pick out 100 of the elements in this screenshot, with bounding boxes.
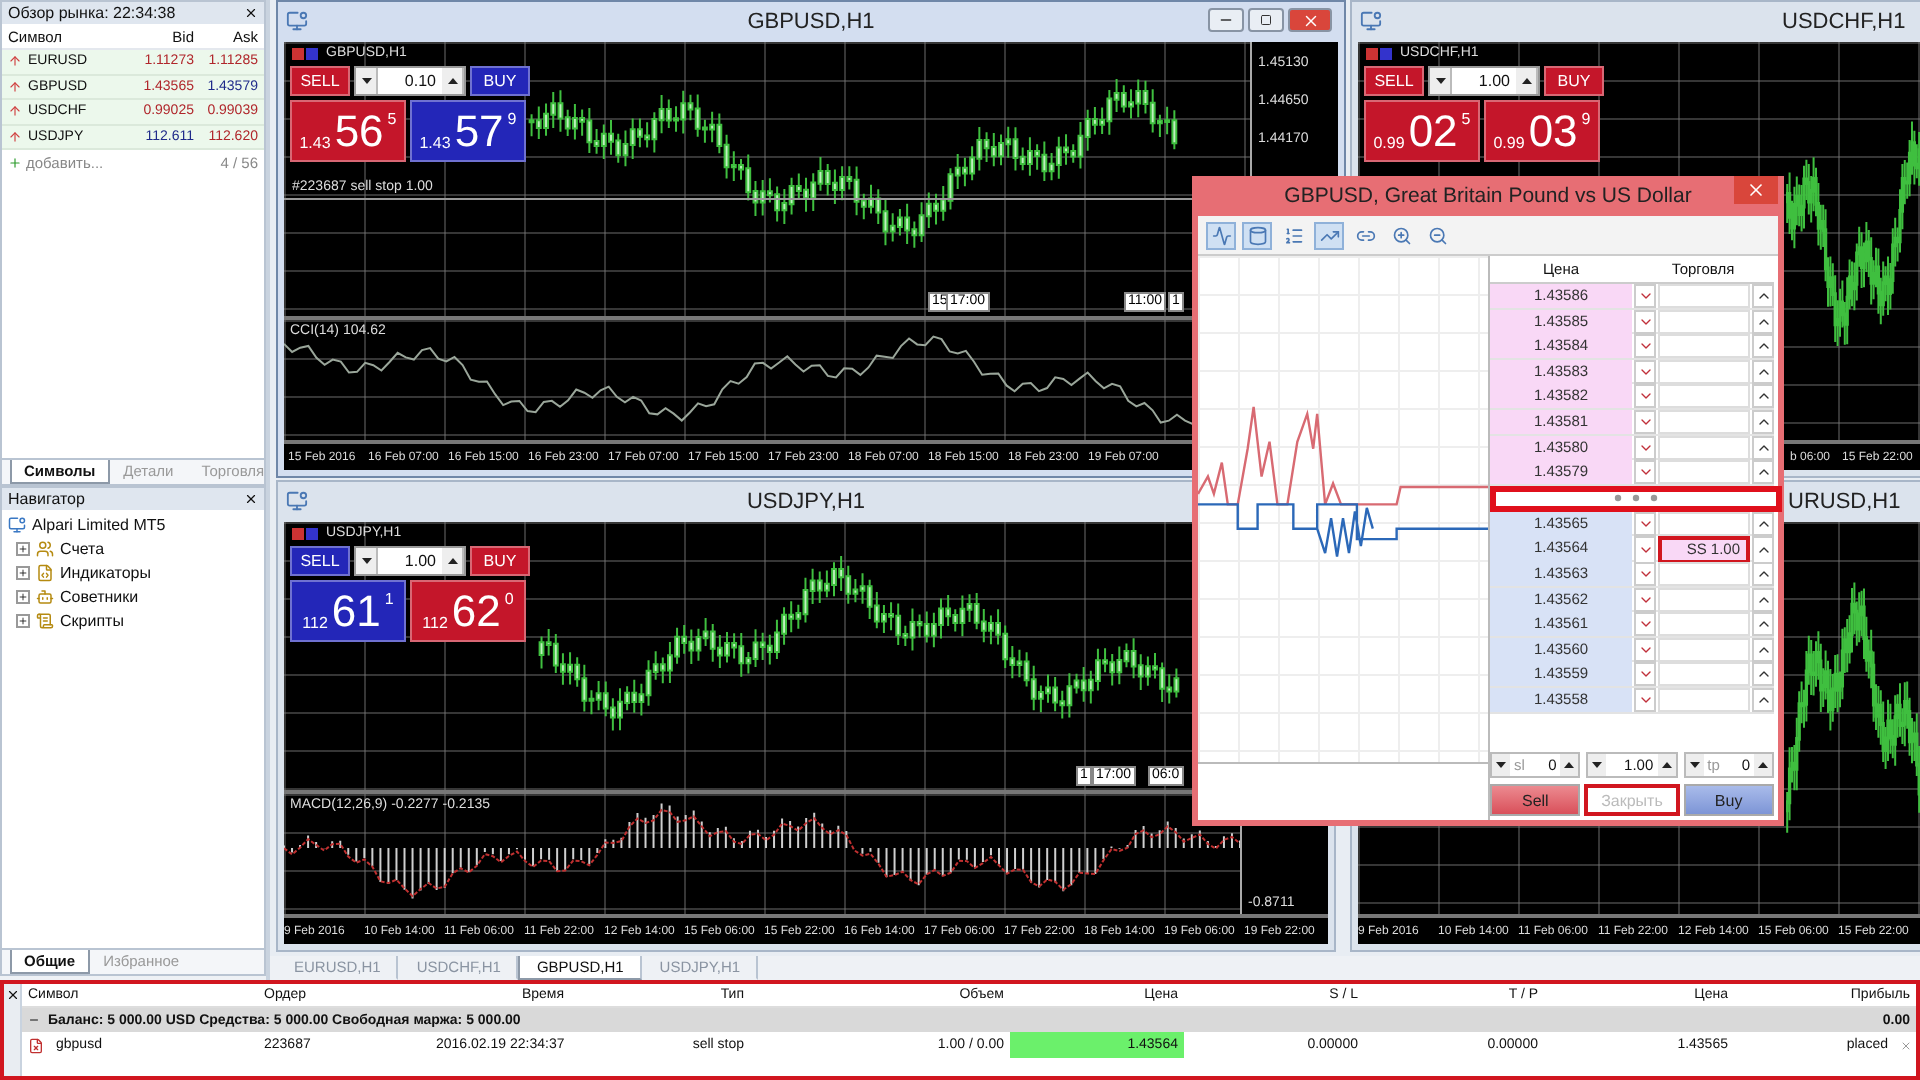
- tree-item[interactable]: Alpari Limited MT5: [32, 516, 166, 534]
- toolbar-button[interactable]: [1206, 221, 1236, 249]
- sell-level-button[interactable]: [1634, 612, 1656, 637]
- sell-level-button[interactable]: [1634, 334, 1656, 359]
- increase-button[interactable]: [1560, 754, 1579, 776]
- decrease-button[interactable]: [1685, 754, 1704, 776]
- plus-icon: [8, 156, 22, 170]
- increase-button[interactable]: [442, 548, 464, 574]
- close-button[interactable]: [1734, 176, 1778, 204]
- expand-toggle[interactable]: [16, 542, 30, 556]
- chart-window-icon: [1360, 10, 1382, 32]
- cylinder-icon: [1247, 225, 1267, 245]
- expand-toggle[interactable]: [16, 590, 30, 604]
- increase-button[interactable]: [1657, 754, 1676, 776]
- buy-level-button[interactable]: [1752, 637, 1774, 662]
- buy-level-button[interactable]: [1752, 284, 1774, 308]
- sell-level-button[interactable]: [1634, 511, 1656, 536]
- tree-item[interactable]: Скрипты: [60, 612, 124, 630]
- minimize-button[interactable]: [1208, 8, 1244, 32]
- sell-level-button[interactable]: [1634, 435, 1656, 460]
- sell-level-button[interactable]: [1634, 284, 1656, 308]
- sell-button[interactable]: SELL: [290, 66, 350, 96]
- down-arrow-icon: [1689, 762, 1700, 768]
- sell-level-button[interactable]: [1634, 637, 1656, 662]
- sell-level-button[interactable]: [1634, 662, 1656, 687]
- decrease-button[interactable]: [356, 68, 378, 94]
- expand-toggle[interactable]: [16, 566, 30, 580]
- tree-item[interactable]: Счета: [60, 540, 105, 558]
- toolbar-button[interactable]: [1242, 221, 1272, 249]
- buy-level-button[interactable]: [1752, 511, 1774, 536]
- lot-field[interactable]: 0.10: [354, 66, 466, 96]
- decrease-button[interactable]: [1430, 68, 1452, 94]
- increase-button[interactable]: [442, 68, 464, 94]
- buy-level-button[interactable]: [1752, 561, 1774, 586]
- buy-level-button[interactable]: [1752, 409, 1774, 434]
- trade-cell[interactable]: [1658, 637, 1750, 662]
- buy-level-button[interactable]: [1752, 460, 1774, 485]
- buy-level-button[interactable]: [1752, 587, 1774, 612]
- flag-icon: [292, 527, 320, 539]
- lot-field[interactable]: 1.00: [354, 546, 466, 576]
- sell-level-button[interactable]: [1634, 687, 1656, 712]
- increase-button[interactable]: [1753, 754, 1772, 776]
- trade-cell[interactable]: [1658, 561, 1750, 586]
- toolbar-button[interactable]: [1314, 221, 1344, 249]
- decrease-button[interactable]: [1492, 754, 1510, 776]
- buy-level-button[interactable]: [1752, 687, 1774, 712]
- plus-icon: [18, 568, 28, 578]
- trade-cell[interactable]: [1658, 511, 1750, 536]
- up-arrow-icon: [1757, 762, 1768, 768]
- trade-cell[interactable]: [1658, 284, 1750, 308]
- buy-button[interactable]: BUY: [470, 546, 530, 576]
- sell-level-button[interactable]: [1634, 309, 1656, 334]
- trade-cell[interactable]: [1658, 359, 1750, 384]
- trade-cell[interactable]: [1658, 309, 1750, 334]
- trade-cell[interactable]: [1658, 687, 1750, 712]
- trade-cell[interactable]: [1658, 612, 1750, 637]
- sell-level-button[interactable]: [1634, 587, 1656, 612]
- up-arrow-icon: [1564, 762, 1575, 768]
- maximize-button[interactable]: [1248, 8, 1284, 32]
- buy-level-button[interactable]: [1752, 662, 1774, 687]
- dialog-title: GBPUSD, Great Britain Pound vs US Dollar: [1284, 184, 1692, 208]
- sell-level-button[interactable]: [1634, 561, 1656, 586]
- panel-title: Навигатор: [8, 490, 85, 508]
- accounts-icon: [36, 540, 54, 558]
- plus-icon: [18, 592, 28, 602]
- sell-button[interactable]: SELL: [290, 546, 350, 576]
- plus-icon: [18, 616, 28, 626]
- trade-cell[interactable]: [1658, 435, 1750, 460]
- sell-level-button[interactable]: [1634, 536, 1656, 565]
- trade-cell[interactable]: [1658, 409, 1750, 434]
- increase-button[interactable]: [1516, 68, 1538, 94]
- tree-item[interactable]: Индикаторы: [60, 564, 151, 582]
- trade-cell[interactable]: [1658, 384, 1750, 409]
- tree-item[interactable]: Советники: [60, 588, 139, 606]
- buy-level-button[interactable]: [1752, 334, 1774, 359]
- sell-level-button[interactable]: [1634, 460, 1656, 485]
- sell-level-button[interactable]: [1634, 409, 1656, 434]
- arrow-up-icon: [8, 104, 22, 119]
- sell-button[interactable]: Sell: [1490, 784, 1581, 816]
- buy-level-button[interactable]: [1752, 612, 1774, 637]
- flag-icon: [1366, 47, 1394, 59]
- decrease-button[interactable]: [356, 548, 378, 574]
- buy-level-button[interactable]: [1752, 536, 1774, 565]
- decrease-button[interactable]: [1588, 754, 1607, 776]
- expand-toggle[interactable]: [16, 614, 30, 628]
- buy-button[interactable]: BUY: [1544, 66, 1604, 96]
- buy-button[interactable]: BUY: [470, 66, 530, 96]
- sell-level-button[interactable]: [1634, 359, 1656, 384]
- lot-field[interactable]: 1.00: [1428, 66, 1540, 96]
- sell-button[interactable]: SELL: [1364, 66, 1424, 96]
- buy-button[interactable]: Buy: [1683, 784, 1774, 816]
- trade-cell[interactable]: [1658, 587, 1750, 612]
- sell-level-button[interactable]: [1634, 384, 1656, 409]
- buy-level-button[interactable]: [1752, 309, 1774, 334]
- buy-level-button[interactable]: [1752, 435, 1774, 460]
- trade-cell[interactable]: [1658, 334, 1750, 359]
- buy-level-button[interactable]: [1752, 384, 1774, 409]
- buy-level-button[interactable]: [1752, 359, 1774, 384]
- trade-cell[interactable]: [1658, 662, 1750, 687]
- trade-cell[interactable]: [1658, 460, 1750, 485]
